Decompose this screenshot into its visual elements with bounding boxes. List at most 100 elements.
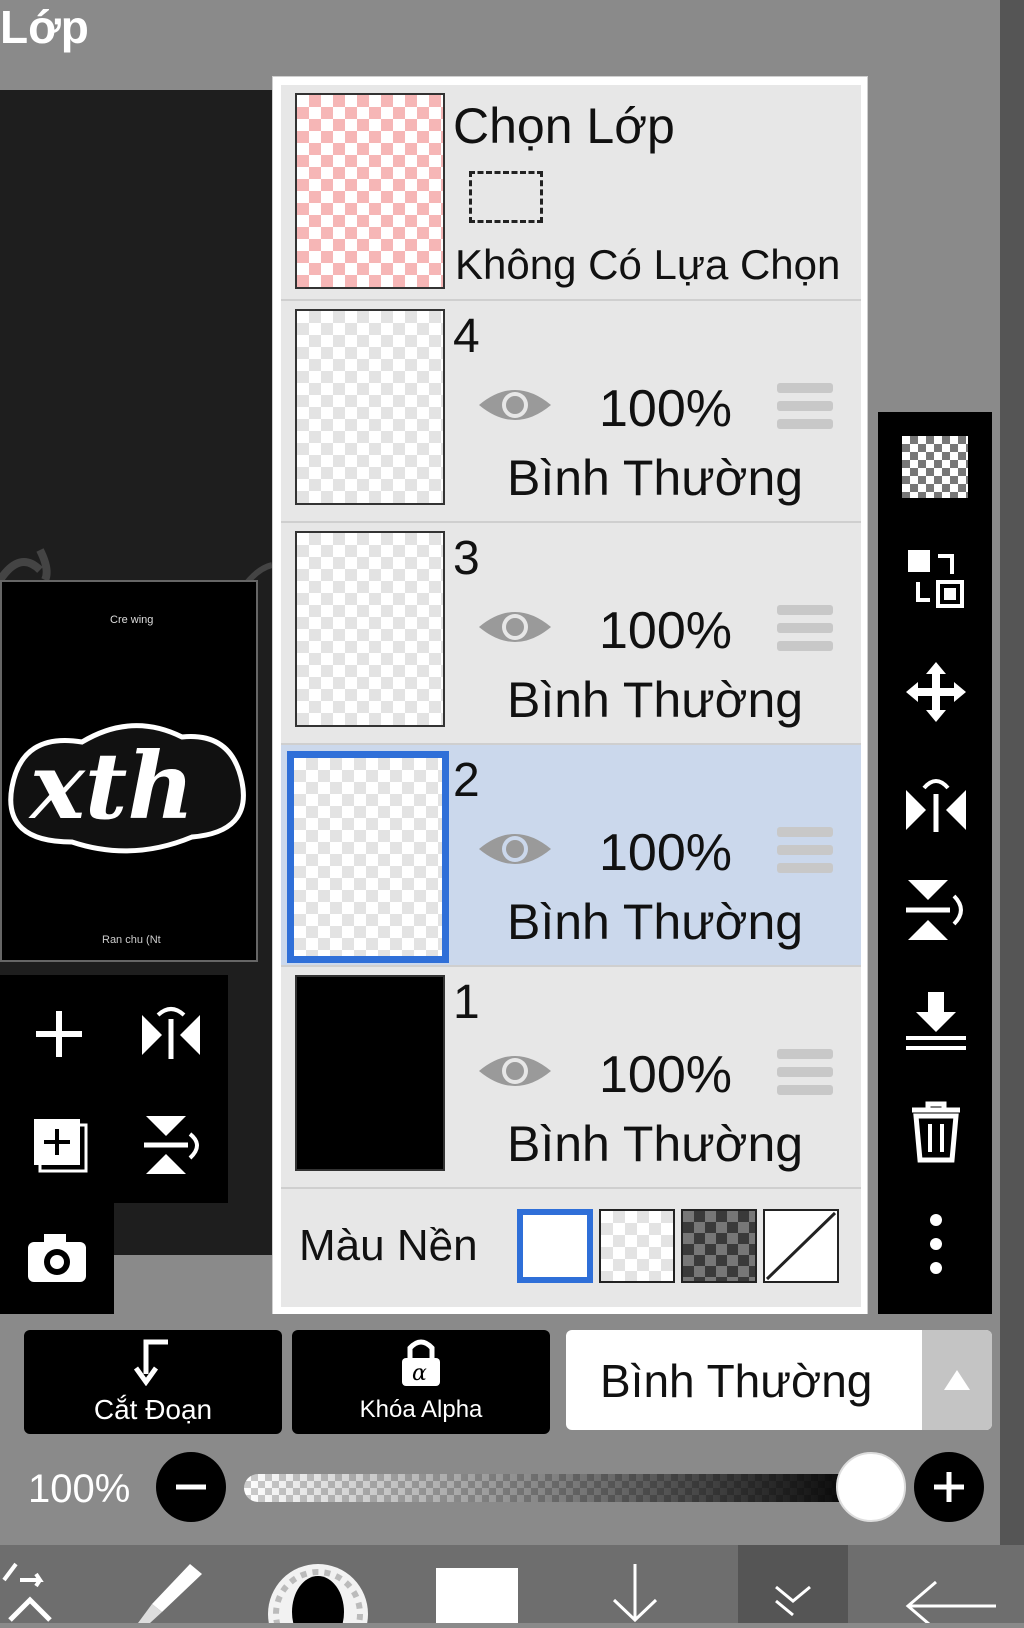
blend-mode-dropdown[interactable] bbox=[922, 1330, 992, 1430]
swap-layers-button[interactable] bbox=[904, 546, 968, 610]
background-color-row: Màu Nền bbox=[281, 1189, 861, 1307]
clip-arrow-icon bbox=[133, 1339, 168, 1386]
preview-caption-bottom: Ran chu (Nt bbox=[102, 934, 161, 946]
flip-horizontal-layer-button[interactable] bbox=[904, 770, 968, 834]
background-none-option[interactable] bbox=[763, 1209, 839, 1283]
trash-icon bbox=[912, 1101, 960, 1163]
transform-tool-button[interactable] bbox=[0, 1560, 60, 1623]
download-button[interactable] bbox=[600, 1560, 670, 1623]
preview-art-text: xth bbox=[30, 732, 195, 840]
eye-icon[interactable] bbox=[477, 827, 553, 871]
svg-text:α: α bbox=[412, 1361, 427, 1386]
layer-blend-mode: Bình Thường bbox=[507, 1116, 804, 1172]
layer-thumbnail bbox=[295, 975, 445, 1171]
layer-thumbnail bbox=[295, 309, 445, 505]
brush-icon bbox=[138, 1564, 202, 1623]
slash-icon bbox=[765, 1211, 837, 1281]
brush-tool-button[interactable] bbox=[130, 1560, 210, 1623]
opacity-label: 100% bbox=[28, 1467, 131, 1511]
lock-icon: α bbox=[402, 1339, 440, 1386]
page-title: Lớp bbox=[0, 1, 89, 53]
layer-name: 2 bbox=[453, 754, 480, 807]
selection-thumbnail bbox=[295, 93, 445, 289]
layers-tab-button[interactable] bbox=[738, 1545, 848, 1623]
more-vertical-icon bbox=[930, 1214, 942, 1274]
layer-opacity: 100% bbox=[599, 1046, 732, 1104]
layer-opacity: 100% bbox=[599, 380, 732, 438]
background-transparent-option[interactable] bbox=[599, 1209, 675, 1283]
camera-icon bbox=[28, 1234, 86, 1282]
add-layer-button[interactable] bbox=[30, 1005, 88, 1063]
brush-size-icon bbox=[268, 1564, 368, 1628]
opacity-slider-track[interactable] bbox=[244, 1474, 874, 1502]
flip-horizontal-button[interactable] bbox=[138, 1005, 204, 1063]
eye-icon[interactable] bbox=[477, 605, 553, 649]
drag-handle[interactable] bbox=[777, 1049, 833, 1095]
background-white-option[interactable] bbox=[517, 1209, 593, 1283]
alpha-lock-button[interactable]: α Khóa Alpha bbox=[292, 1330, 550, 1434]
layer-blend-mode: Bình Thường bbox=[507, 450, 804, 506]
merge-down-icon bbox=[906, 992, 966, 1050]
more-options-button[interactable] bbox=[904, 1212, 968, 1276]
layer-row[interactable]: 4 100% Bình Thường bbox=[281, 301, 861, 523]
swap-icon bbox=[908, 550, 964, 608]
arrow-left-icon bbox=[905, 1580, 996, 1628]
preview-caption-top: Cre wing bbox=[110, 614, 154, 626]
blend-mode-value: Bình Thường bbox=[600, 1355, 873, 1407]
camera-button[interactable] bbox=[24, 1228, 90, 1288]
brush-size-button[interactable] bbox=[266, 1552, 370, 1628]
blend-mode-select[interactable]: Bình Thường bbox=[566, 1330, 992, 1430]
drag-handle[interactable] bbox=[777, 827, 833, 873]
add-canvas-layer-button[interactable] bbox=[30, 1115, 90, 1175]
minus-icon bbox=[176, 1484, 206, 1490]
selection-layer-row[interactable]: Chọn Lớp Không Có Lựa Chọn bbox=[281, 85, 861, 301]
background-dark-checker-option[interactable] bbox=[681, 1209, 757, 1283]
merge-down-button[interactable] bbox=[904, 990, 968, 1054]
layer-row[interactable]: 1 100% Bình Thường bbox=[281, 967, 861, 1189]
selection-layer-title: Chọn Lớp bbox=[453, 98, 675, 154]
add-layer-icon bbox=[34, 1119, 88, 1173]
color-swatch-button[interactable] bbox=[436, 1568, 518, 1623]
caret-up-icon bbox=[944, 1370, 970, 1390]
opacity-decrease-button[interactable] bbox=[156, 1452, 226, 1522]
drag-handle[interactable] bbox=[777, 605, 833, 651]
layer-name: 1 bbox=[453, 976, 480, 1029]
alpha-lock-label: Khóa Alpha bbox=[359, 1396, 483, 1423]
layer-thumbnail bbox=[295, 531, 445, 727]
flip-horizontal-icon bbox=[906, 779, 966, 832]
flip-vertical-button[interactable] bbox=[140, 1112, 204, 1178]
delete-layer-button[interactable] bbox=[904, 1100, 968, 1164]
arrow-down-icon bbox=[612, 1564, 658, 1623]
opacity-slider-thumb[interactable] bbox=[836, 1452, 906, 1522]
layer-thumbnail bbox=[287, 751, 449, 963]
clip-label: Cắt Đoạn bbox=[93, 1394, 213, 1425]
layer-row-selected[interactable]: 2 100% Bình Thường bbox=[281, 745, 861, 967]
right-edge bbox=[1000, 0, 1024, 1545]
preview-image[interactable]: Cre wing xth Ran chu (Nt bbox=[0, 580, 258, 962]
transparency-checker-icon[interactable] bbox=[902, 436, 968, 498]
eye-icon[interactable] bbox=[477, 383, 553, 427]
layer-opacity: 100% bbox=[599, 602, 732, 660]
flip-vertical-layer-button[interactable] bbox=[904, 878, 968, 942]
layer-opacity: 100% bbox=[599, 824, 732, 882]
plus-icon bbox=[36, 1011, 82, 1057]
chevron-down-icon bbox=[775, 1585, 811, 1617]
opacity-increase-button[interactable] bbox=[914, 1452, 984, 1522]
layer-name: 3 bbox=[453, 532, 480, 585]
move-layer-button[interactable] bbox=[904, 660, 968, 724]
marquee-icon bbox=[469, 171, 543, 223]
clip-button[interactable]: Cắt Đoạn bbox=[24, 1330, 282, 1434]
transform-icon bbox=[2, 1562, 52, 1622]
layer-name: 4 bbox=[453, 310, 480, 363]
back-button[interactable] bbox=[900, 1560, 1000, 1628]
selection-status: Không Có Lựa Chọn bbox=[455, 241, 841, 288]
flip-horizontal-icon bbox=[142, 1007, 200, 1059]
flip-vertical-icon bbox=[906, 880, 963, 940]
background-color-label: Màu Nền bbox=[299, 1221, 478, 1270]
drag-handle[interactable] bbox=[777, 383, 833, 429]
flip-vertical-icon bbox=[144, 1116, 199, 1174]
layer-row[interactable]: 3 100% Bình Thường bbox=[281, 523, 861, 745]
eye-icon[interactable] bbox=[477, 1049, 553, 1093]
move-icon bbox=[906, 662, 966, 722]
layer-panel: Chọn Lớp Không Có Lựa Chọn 4 100% Bình T… bbox=[272, 76, 868, 1316]
